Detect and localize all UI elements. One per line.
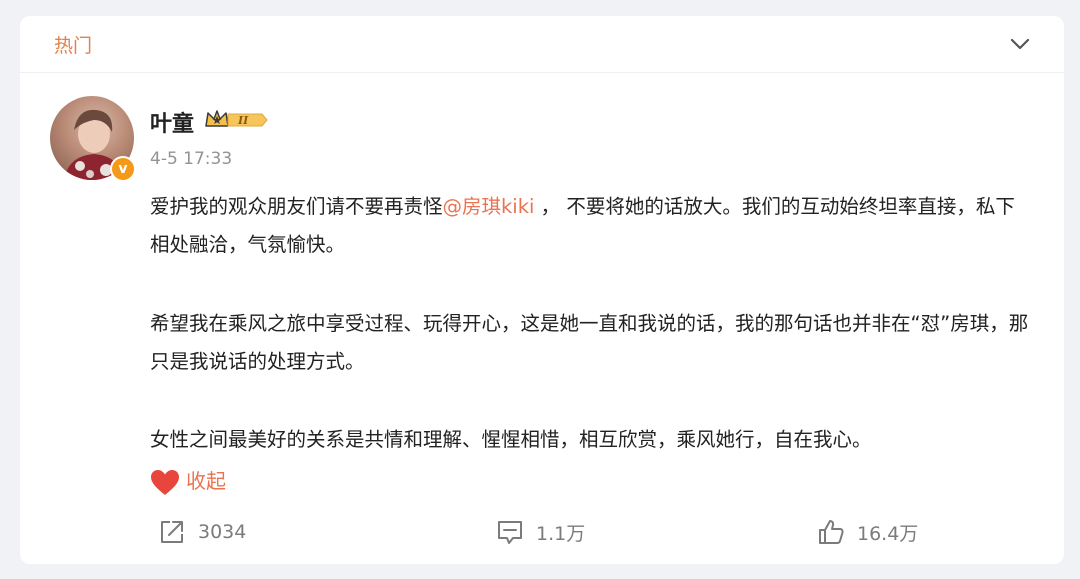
like-count: 16.4万	[857, 522, 919, 545]
collapse-link[interactable]: 收起	[186, 465, 226, 494]
card-header: 热门	[20, 16, 1064, 73]
member-level-text: II	[237, 114, 249, 127]
verified-badge-icon: v	[110, 156, 136, 182]
heart-icon	[151, 470, 179, 495]
repost-count: 3034	[198, 521, 247, 543]
hot-tab-label: 热门	[54, 35, 93, 57]
chevron-down-icon[interactable]	[1006, 30, 1034, 58]
mention-link[interactable]: @房琪kiki	[443, 195, 535, 218]
comment-icon	[498, 521, 522, 544]
post-paragraph-3: 女性之间最美好的关系是共情和理解、惺惺相惜，相互欣赏，乘风她行，自在我心。	[150, 428, 872, 451]
post-timestamp[interactable]: 4-5 17:33	[150, 149, 232, 169]
repost-button[interactable]: 3034	[158, 516, 246, 548]
crown-member-badge-icon[interactable]: II	[204, 108, 268, 132]
comment-button[interactable]: 1.1万	[496, 516, 585, 548]
para1-text-a: 爱护我的观众朋友们请不要再责怪	[150, 195, 443, 218]
like-button[interactable]: 16.4万	[817, 516, 918, 548]
post-paragraph-1: 爱护我的观众朋友们请不要再责怪@房琪kiki ， 不要将她的话放大。我们的互动始…	[150, 188, 1030, 264]
comment-count: 1.1万	[536, 522, 586, 545]
repost-icon	[161, 521, 183, 543]
post-paragraph-2: 希望我在乘风之旅中享受过程、玩得开心，这是她一直和我说的话，我的那句话也并非在“…	[150, 312, 1029, 373]
author-name[interactable]: 叶童	[150, 106, 194, 138]
thumbs-up-icon	[819, 520, 844, 544]
weibo-post-card: 热门 v 叶童 II 4-5 17:33 爱护我的观众朋友们请不要再责怪@房琪k…	[20, 16, 1064, 564]
